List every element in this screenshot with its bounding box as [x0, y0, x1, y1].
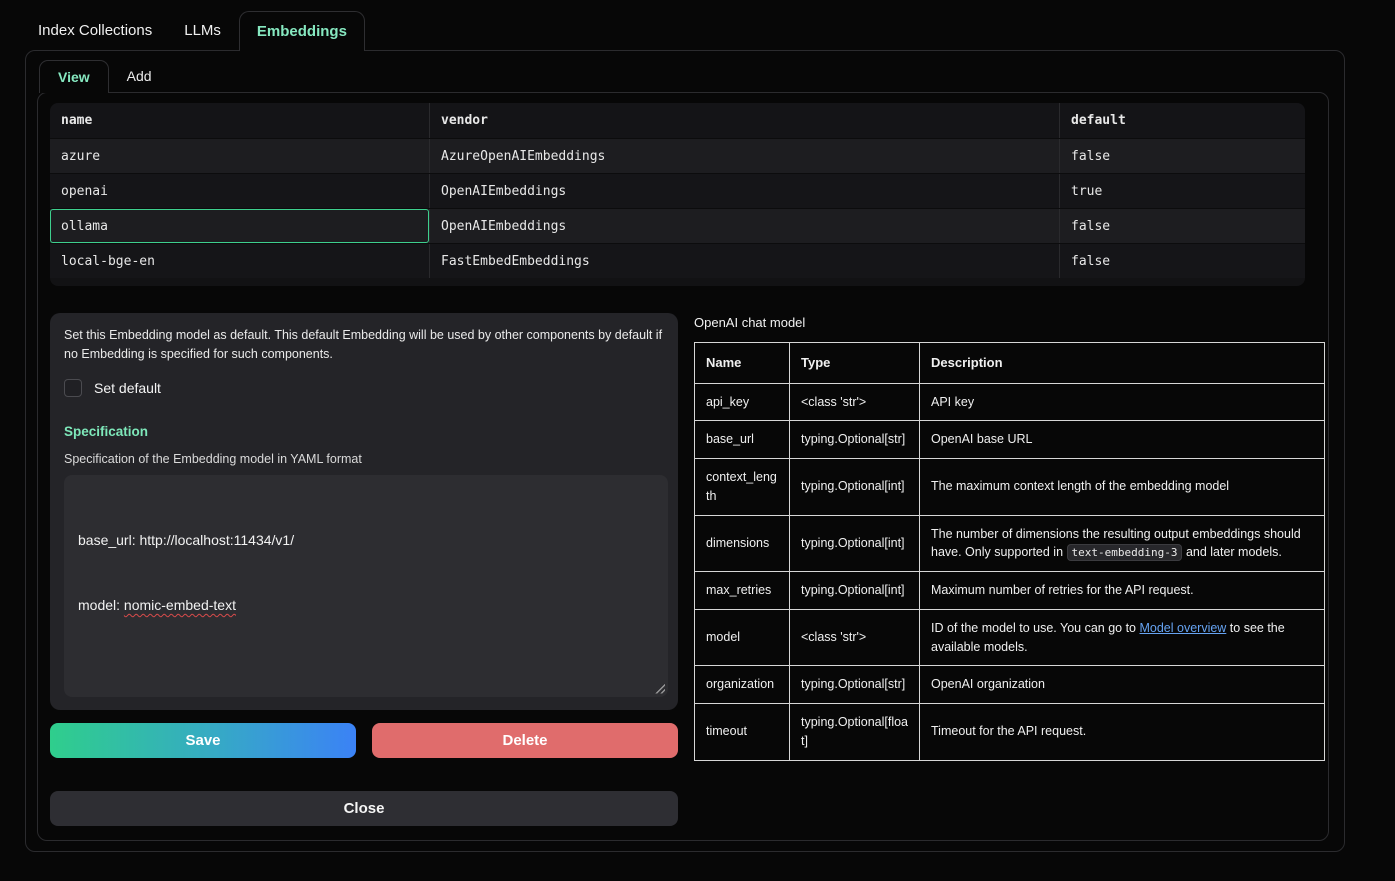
cell-vendor: FastEmbedEmbeddings	[429, 244, 1059, 278]
main-tab-bar: Index Collections LLMs Embeddings	[0, 10, 1395, 50]
cell-name: local-bge-en	[50, 244, 429, 278]
model-overview-link[interactable]: Model overview	[1139, 621, 1226, 635]
default-and-spec-panel: Set this Embedding model as default. Thi…	[50, 313, 678, 710]
schema-row-organization: organization typing.Optional[str] OpenAI…	[695, 666, 1325, 704]
tab-embeddings[interactable]: Embeddings	[239, 11, 365, 51]
sub-tab-bar: View Add	[26, 51, 1344, 92]
schema-column: OpenAI chat model Name Type Description	[694, 313, 1320, 761]
action-buttons: Save Delete	[50, 723, 678, 758]
cell-name: azure	[50, 139, 429, 173]
schema-col-name: Name	[695, 343, 790, 384]
col-header-vendor: vendor	[429, 103, 1059, 138]
table-row-azure[interactable]: azure AzureOpenAIEmbeddings false	[50, 138, 1305, 173]
schema-col-description: Description	[920, 343, 1325, 384]
tab-view[interactable]: View	[39, 60, 109, 93]
close-button[interactable]: Close	[50, 791, 678, 826]
embeddings-table: name vendor default azure AzureOpenAIEmb…	[50, 103, 1305, 286]
tab-index-collections[interactable]: Index Collections	[38, 11, 152, 50]
col-header-name: name	[50, 103, 429, 138]
col-header-default: default	[1059, 103, 1305, 138]
table-row-openai[interactable]: openai OpenAIEmbeddings true	[50, 173, 1305, 208]
tab-add[interactable]: Add	[127, 60, 152, 92]
schema-col-type: Type	[790, 343, 920, 384]
cell-default: false	[1059, 209, 1305, 243]
delete-button[interactable]: Delete	[372, 723, 678, 758]
set-default-row: Set default	[64, 379, 664, 397]
schema-row-context_length: context_length typing.Optional[int] The …	[695, 459, 1325, 516]
yaml-line-2: model: nomic-embed-text	[78, 595, 654, 617]
table-header-row: name vendor default	[50, 103, 1305, 138]
schema-title: OpenAI chat model	[694, 315, 1320, 330]
yaml-spec-editor[interactable]: base_url: http://localhost:11434/v1/ mod…	[64, 475, 668, 697]
schema-header-row: Name Type Description	[695, 343, 1325, 384]
app-root: Index Collections LLMs Embeddings View A…	[0, 0, 1395, 852]
view-tab-panel: name vendor default azure AzureOpenAIEmb…	[37, 92, 1329, 841]
yaml-line-1: base_url: http://localhost:11434/v1/	[78, 530, 654, 552]
set-default-label: Set default	[94, 380, 161, 396]
resize-handle-icon[interactable]	[653, 682, 665, 694]
inline-code-chip: text-embedding-3	[1067, 544, 1183, 561]
schema-row-model: model <class 'str'> ID of the model to u…	[695, 609, 1325, 666]
specification-caption: Specification of the Embedding model in …	[64, 452, 664, 466]
schema-row-base_url: base_url typing.Optional[str] OpenAI bas…	[695, 421, 1325, 459]
schema-row-max_retries: max_retries typing.Optional[int] Maximum…	[695, 572, 1325, 610]
edit-column: Set this Embedding model as default. Thi…	[50, 313, 678, 826]
cell-default: true	[1059, 174, 1305, 208]
cell-vendor: OpenAIEmbeddings	[429, 174, 1059, 208]
schema-table: Name Type Description api_key <class 'st…	[694, 342, 1325, 761]
misspelled-word: nomic-embed-text	[124, 597, 236, 613]
schema-row-dimensions: dimensions typing.Optional[int] The numb…	[695, 515, 1325, 572]
embeddings-tab-panel: View Add name vendor default azure Azure…	[25, 50, 1345, 852]
save-button[interactable]: Save	[50, 723, 356, 758]
table-row-local-bge-en[interactable]: local-bge-en FastEmbedEmbeddings false	[50, 243, 1305, 278]
set-default-checkbox[interactable]	[64, 379, 82, 397]
cell-vendor: OpenAIEmbeddings	[429, 209, 1059, 243]
cell-name: openai	[50, 174, 429, 208]
cell-vendor: AzureOpenAIEmbeddings	[429, 139, 1059, 173]
schema-row-timeout: timeout typing.Optional[float] Timeout f…	[695, 704, 1325, 761]
tab-llms[interactable]: LLMs	[184, 11, 221, 50]
schema-row-api_key: api_key <class 'str'> API key	[695, 383, 1325, 421]
cell-name: ollama	[50, 209, 429, 243]
table-row-ollama-selected[interactable]: ollama OpenAIEmbeddings false	[50, 208, 1305, 243]
cell-default: false	[1059, 244, 1305, 278]
set-default-description: Set this Embedding model as default. Thi…	[64, 326, 664, 364]
detail-area: Set this Embedding model as default. Thi…	[50, 313, 1320, 826]
specification-heading: Specification	[64, 424, 664, 439]
cell-default: false	[1059, 139, 1305, 173]
